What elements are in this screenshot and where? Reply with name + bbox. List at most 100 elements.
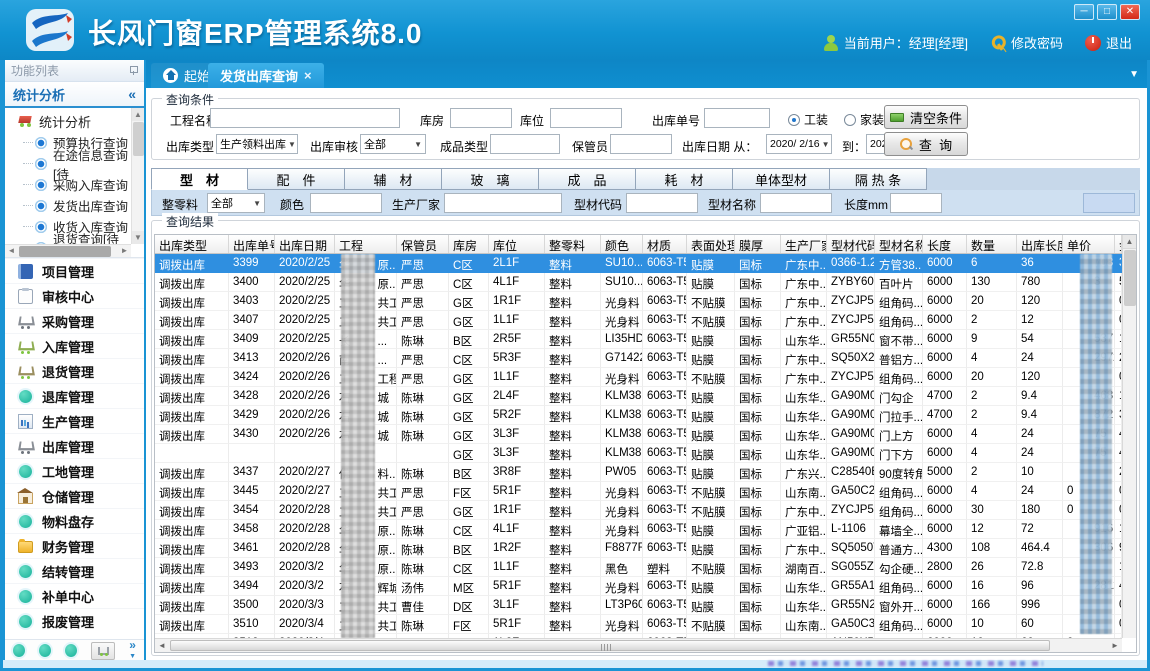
column-header-location[interactable]: 库位 — [489, 235, 545, 253]
whole-piece-select[interactable]: 全部▼ — [207, 193, 265, 213]
column-header-profile-code[interactable]: 型材代码 — [827, 235, 875, 253]
sidebar-item-14[interactable]: 补单中心 — [5, 583, 144, 608]
column-header-material[interactable]: 材质 — [643, 235, 687, 253]
table-row[interactable]: 调拨出库35002020/3/3工共工程曹佳D区3L1F整料LT3P606063… — [155, 596, 1122, 615]
clear-conditions-button[interactable]: 清空条件 — [884, 105, 968, 129]
sidebar-item-15[interactable]: 报废管理 — [5, 608, 144, 633]
module-dot-icon[interactable] — [13, 644, 25, 657]
column-header-warehouse[interactable]: 库房 — [449, 235, 489, 253]
tree-item[interactable]: 在途信息查询[待 — [5, 153, 131, 174]
table-row[interactable]: 调拨出库34092020/2/25长...陈琳B区2R5F整料LI35HD606… — [155, 330, 1122, 349]
table-row[interactable]: 调拨出库34372020/2/27佛料...陈琳B区3R8F整料PW056063… — [155, 463, 1122, 482]
material-tab-6[interactable]: 耗 材 — [636, 168, 733, 190]
sidebar-item-1[interactable]: 项目管理 — [5, 258, 144, 283]
material-tab-7[interactable]: 单体型材 — [733, 168, 830, 190]
table-row[interactable]: 调拨出库34942020/3/2石辉城汤伟M区5R1F整料光身料6063-T5贴… — [155, 577, 1122, 596]
table-row[interactable]: 调拨出库34132020/2/26南...严思C区5R3F整料G71422606… — [155, 349, 1122, 368]
column-header-color[interactable]: 颜色 — [601, 235, 643, 253]
table-row[interactable]: 调拨出库34282020/2/26石城陈琳G区2L4F整料KLM38176063… — [155, 387, 1122, 406]
table-row[interactable]: 调拨出库34002020/2/25华原...严思C区4L1F整料SU10...6… — [155, 273, 1122, 292]
material-tab-8[interactable]: 隔 热 条 — [830, 168, 927, 190]
sidebar-item-6[interactable]: 退库管理 — [5, 383, 144, 408]
profile-name-input[interactable] — [760, 193, 832, 213]
scroll-left-icon[interactable]: ◄ — [5, 245, 18, 258]
outbound-type-select[interactable]: 生产领料出库▼ — [216, 134, 298, 154]
close-button[interactable]: ✕ — [1120, 4, 1140, 20]
sidebar-item-10[interactable]: 仓储管理 — [5, 483, 144, 508]
table-row[interactable]: 调拨出库34582020/2/28华原...陈琳C区4L1F整料光身料6063-… — [155, 520, 1122, 539]
material-tab-3[interactable]: 辅 材 — [345, 168, 442, 190]
table-row[interactable]: 调拨出库34932020/3/2华原...陈琳C区1L1F整料黑色塑料不贴膜国标… — [155, 558, 1122, 577]
overflow-chevron[interactable]: »▼ — [129, 641, 136, 661]
date-from-select[interactable]: 2020/ 2/16▼ — [766, 134, 832, 154]
table-row[interactable]: 调拨出库33992020/2/25华原...严思C区2L1F整料SU10...6… — [155, 254, 1122, 273]
module-cart-button[interactable] — [91, 642, 115, 660]
material-tab-1[interactable]: 型 材 — [151, 168, 248, 190]
radio-gongzhuang[interactable]: 工装 — [788, 111, 828, 128]
material-tab-5[interactable]: 成 品 — [539, 168, 636, 190]
tree-item[interactable]: 发货出库查询 — [5, 195, 131, 216]
column-header-qty[interactable]: 数量 — [967, 235, 1017, 253]
project-name-input[interactable] — [210, 108, 400, 128]
radio-jiazhuang[interactable]: 家装 — [844, 111, 884, 128]
manufacturer-input[interactable] — [444, 193, 562, 213]
radio-on-icon[interactable] — [788, 114, 800, 126]
sidebar-item-13[interactable]: 结转管理 — [5, 558, 144, 583]
column-header-length[interactable]: 长度 — [923, 235, 967, 253]
table-row[interactable]: 调拨出库34542020/2/28工共工程严思G区1R1F整料光身料6063-T… — [155, 501, 1122, 520]
length-input[interactable] — [890, 193, 942, 213]
location-input[interactable] — [550, 108, 622, 128]
pin-icon[interactable] — [129, 66, 138, 75]
minimize-button[interactable]: ─ — [1074, 4, 1094, 20]
table-row[interactable]: 调拨出库34032020/2/25工共工程严思G区1R1F整料光身料6063-T… — [155, 292, 1122, 311]
module-dot-icon[interactable] — [65, 644, 77, 657]
search-button[interactable]: 查 询 — [884, 132, 968, 156]
keeper-input[interactable] — [610, 134, 672, 154]
table-row[interactable]: 调拨出库35102020/3/4工共工程陈琳F区5R1F整料光身料6063-T5… — [155, 615, 1122, 634]
column-header-keeper[interactable]: 保管员 — [397, 235, 449, 253]
material-tab-2[interactable]: 配 件 — [248, 168, 345, 190]
column-header-date[interactable]: 出库日期 — [275, 235, 335, 253]
tree-root[interactable]: 统计分析 — [5, 110, 131, 132]
column-header-film[interactable]: 膜厚 — [735, 235, 781, 253]
sidebar-item-11[interactable]: 物料盘存 — [5, 508, 144, 533]
sidebar-item-3[interactable]: 采购管理 — [5, 308, 144, 333]
sidebar-item-8[interactable]: 出库管理 — [5, 433, 144, 458]
material-tab-4[interactable]: 玻 璃 — [442, 168, 539, 190]
sidebar-item-12[interactable]: 财务管理 — [5, 533, 144, 558]
column-header-surface[interactable]: 表面处理 — [687, 235, 735, 253]
scroll-right-icon[interactable]: ► — [118, 245, 131, 258]
scroll-down-icon[interactable]: ▼ — [132, 231, 144, 244]
length-to-input[interactable] — [1083, 193, 1135, 213]
column-header-whole-piece[interactable]: 整零料 — [545, 235, 601, 253]
color-input[interactable] — [310, 193, 382, 213]
table-row[interactable]: 调拨出库34612020/2/28华原...陈琳B区1R2F整料F8877FT6… — [155, 539, 1122, 558]
warehouse-input[interactable] — [450, 108, 512, 128]
tree-item[interactable]: 采购入库查询 — [5, 174, 131, 195]
radio-off-icon[interactable] — [844, 114, 856, 126]
column-header-manufacturer[interactable]: 生产厂家 — [781, 235, 827, 253]
scroll-right-icon[interactable]: ► — [1108, 639, 1122, 652]
profile-code-input[interactable] — [626, 193, 698, 213]
tree-vertical-scrollbar[interactable]: ▲ ▼ — [131, 108, 144, 244]
table-row[interactable]: G区3L3F整料KLM38176063-T5贴膜国标山东华...GA90M09.… — [155, 444, 1122, 463]
tree-horizontal-scrollbar[interactable]: ◄ ► — [5, 244, 131, 257]
sidebar-item-9[interactable]: 工地管理 — [5, 458, 144, 483]
table-row[interactable]: 调拨出库34072020/2/25工共工程严思G区1L1F整料光身料6063-T… — [155, 311, 1122, 330]
logout-button[interactable]: 退出 — [1085, 33, 1132, 52]
scroll-up-icon[interactable]: ▲ — [1123, 235, 1136, 249]
table-row[interactable]: 调拨出库34452020/2/27工共工程严思F区5R1F整料光身料6063-T… — [155, 482, 1122, 501]
scroll-left-icon[interactable]: ◄ — [155, 639, 169, 652]
scroll-up-icon[interactable]: ▲ — [132, 108, 144, 121]
audit-select[interactable]: 全部▼ — [360, 134, 426, 154]
table-horizontal-scrollbar[interactable]: ◄ ► — [155, 638, 1122, 652]
column-header-unit-price[interactable]: 单价 — [1063, 235, 1115, 253]
change-password-button[interactable]: 修改密码 — [990, 33, 1063, 52]
sidebar-item-4[interactable]: 入库管理 — [5, 333, 144, 358]
column-header-order-no[interactable]: 出库单号 — [229, 235, 275, 253]
sidebar-item-5[interactable]: 退货管理 — [5, 358, 144, 383]
section-header[interactable]: 统计分析 « — [5, 82, 144, 108]
column-header-out-length[interactable]: 出库长度 — [1017, 235, 1063, 253]
maximize-button[interactable]: □ — [1097, 4, 1117, 20]
table-vertical-scrollbar[interactable]: ▲ — [1122, 235, 1136, 638]
